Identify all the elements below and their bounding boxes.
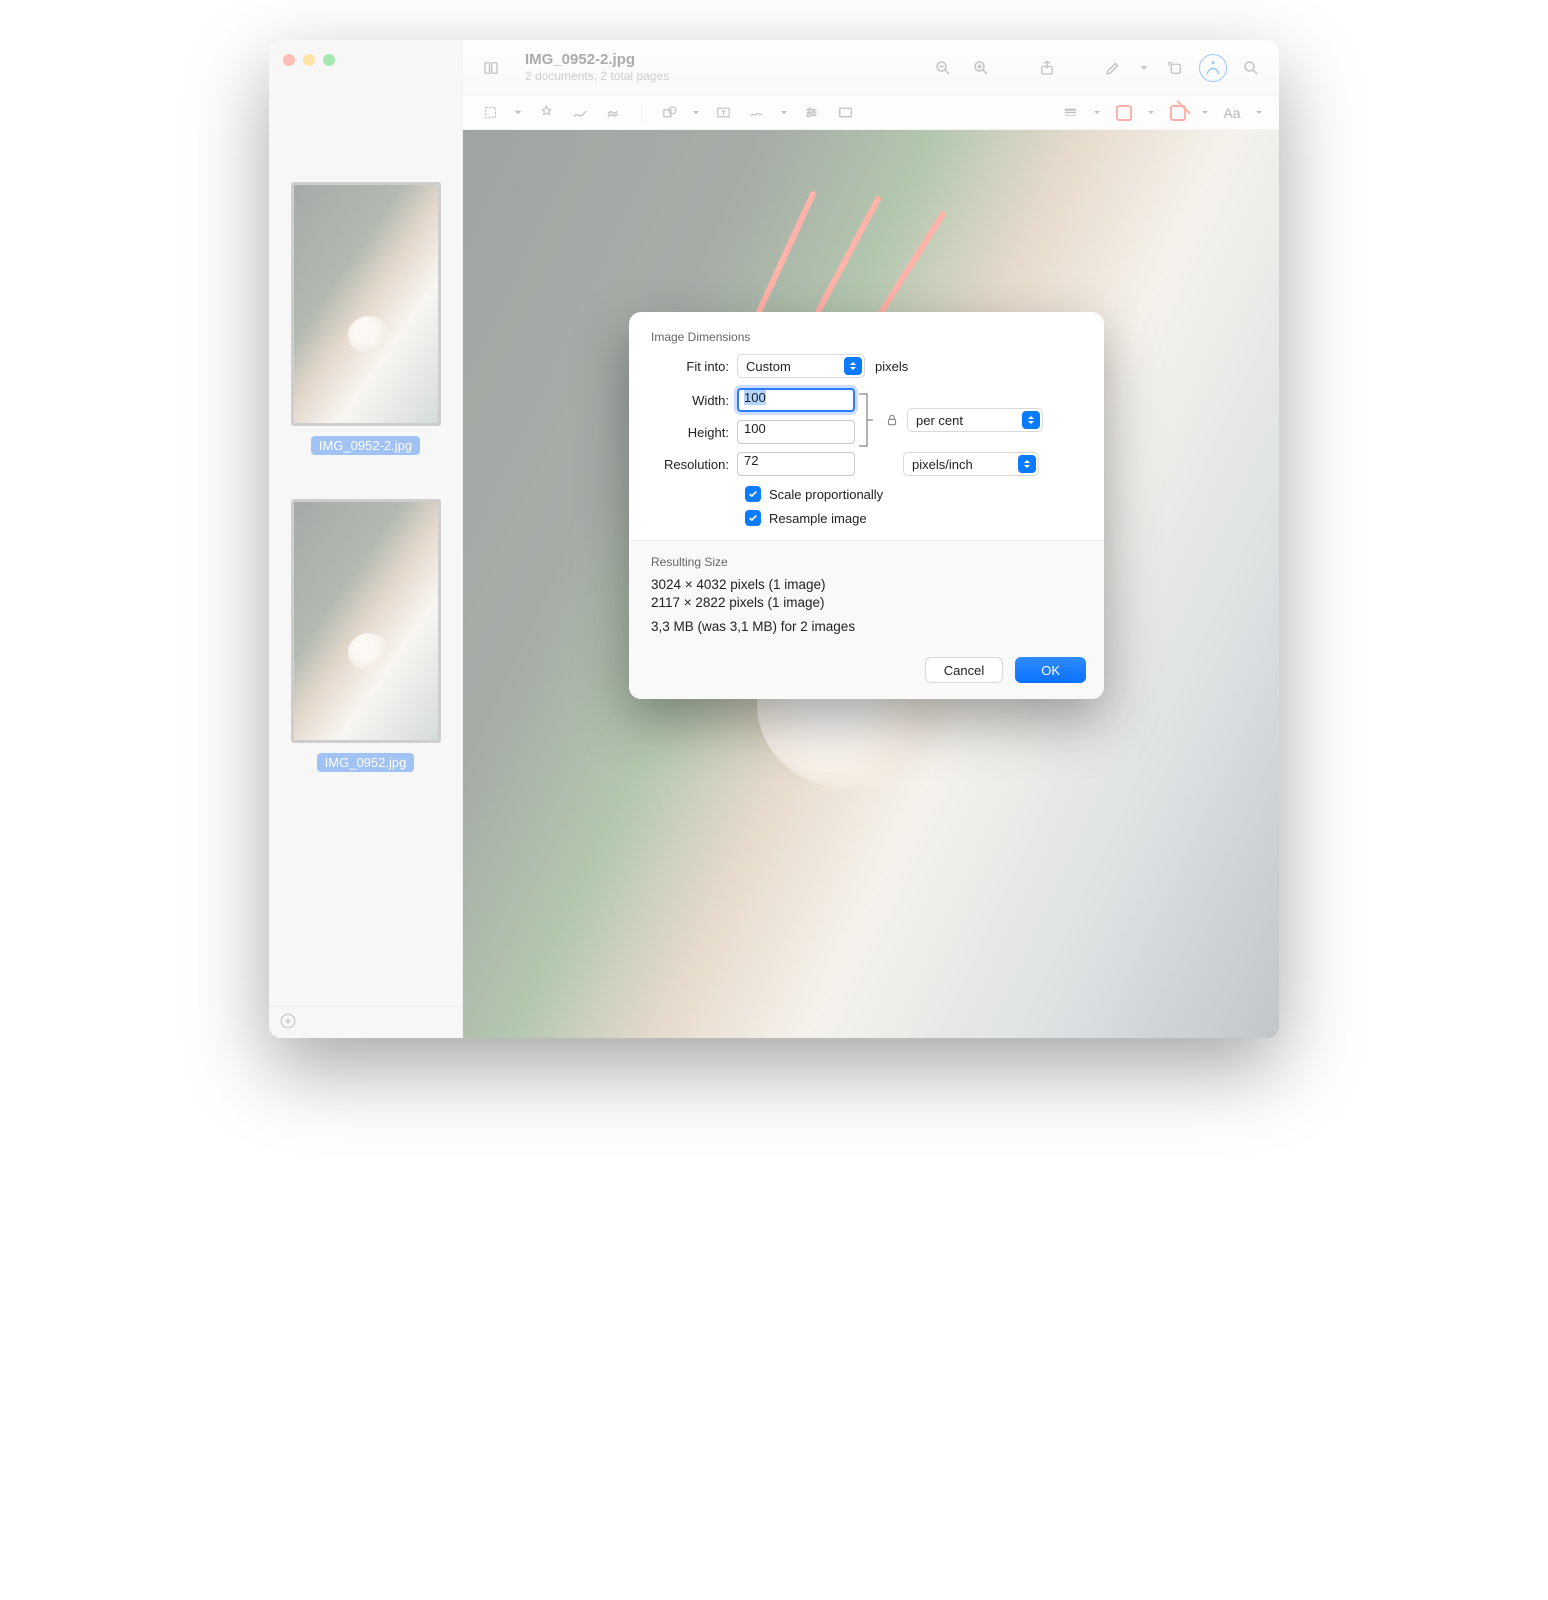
resulting-size-block: Resulting Size 3024 × 4032 pixels (1 ima… — [629, 541, 1104, 643]
result-line: 3,3 MB (was 3,1 MB) for 2 images — [651, 619, 1082, 634]
sidebar: IMG_0952-2.jpg IMG_0952.jpg — [269, 40, 463, 1038]
rotate-button[interactable] — [1161, 54, 1189, 82]
share-button[interactable] — [1033, 54, 1061, 82]
height-input[interactable]: 100 — [737, 420, 855, 444]
link-bracket-icon — [855, 388, 879, 452]
thumbnail-label: IMG_0952.jpg — [317, 753, 415, 772]
zoom-window-button[interactable] — [323, 54, 335, 66]
width-height-units-select[interactable]: per cent — [907, 408, 1043, 432]
toolbar: IMG_0952-2.jpg 2 documents, 2 total page… — [463, 40, 1279, 96]
fit-into-value: Custom — [746, 359, 791, 374]
close-window-button[interactable] — [283, 54, 295, 66]
dropdown-icon — [1022, 411, 1040, 429]
shapes-menu[interactable] — [690, 100, 702, 126]
cancel-button[interactable]: Cancel — [925, 657, 1003, 683]
document-subtitle: 2 documents, 2 total pages — [525, 69, 669, 83]
sign-menu[interactable] — [778, 100, 790, 126]
adjust-size-dialog: Image Dimensions Fit into: Custom pixels… — [629, 312, 1104, 699]
resulting-size-title: Resulting Size — [651, 555, 1082, 569]
text-button[interactable] — [710, 100, 736, 126]
text-style-menu[interactable] — [1253, 100, 1265, 126]
adjust-size-button[interactable] — [832, 100, 858, 126]
title-block: IMG_0952-2.jpg 2 documents, 2 total page… — [525, 52, 669, 83]
fill-color-button[interactable] — [1165, 100, 1191, 126]
resample-image-checkbox[interactable] — [745, 510, 761, 526]
adjust-color-button[interactable] — [798, 100, 824, 126]
thumbnail-image — [291, 182, 441, 426]
highlight-menu-button[interactable] — [1137, 54, 1151, 82]
resample-image-label: Resample image — [769, 511, 867, 526]
fit-into-select[interactable]: Custom — [737, 354, 865, 378]
lock-aspect-button[interactable] — [885, 413, 899, 427]
result-line: 3024 × 4032 pixels (1 image) — [651, 577, 1082, 592]
search-button[interactable] — [1237, 54, 1265, 82]
add-page-button[interactable] — [279, 1012, 297, 1030]
thumbnails-list: IMG_0952-2.jpg IMG_0952.jpg — [269, 86, 462, 1005]
text-style-button[interactable]: Aa — [1219, 100, 1245, 126]
selection-tool-button[interactable] — [477, 100, 503, 126]
dialog-section-title: Image Dimensions — [651, 330, 1082, 344]
border-color-menu[interactable] — [1145, 100, 1157, 126]
highlight-button[interactable] — [1099, 54, 1127, 82]
view-mode-button[interactable] — [477, 54, 505, 82]
scale-proportionally-label: Scale proportionally — [769, 487, 883, 502]
width-input[interactable]: 100 — [737, 388, 855, 412]
zoom-out-button[interactable] — [929, 54, 957, 82]
thumbnail-label: IMG_0952-2.jpg — [311, 436, 420, 455]
ok-button[interactable]: OK — [1015, 657, 1086, 683]
shape-style-menu[interactable] — [1091, 100, 1103, 126]
resolution-units-select[interactable]: pixels/inch — [903, 452, 1039, 476]
fit-into-units: pixels — [875, 359, 908, 374]
sign-button[interactable] — [744, 100, 770, 126]
sketch-button[interactable] — [567, 100, 593, 126]
shapes-button[interactable] — [656, 100, 682, 126]
markup-toggle-button[interactable] — [1199, 54, 1227, 82]
width-label: Width: — [651, 393, 737, 408]
result-line: 2117 × 2822 pixels (1 image) — [651, 595, 1082, 610]
fill-color-menu[interactable] — [1199, 100, 1211, 126]
draw-button[interactable] — [601, 100, 627, 126]
resolution-input[interactable]: 72 — [737, 452, 855, 476]
thumbnail-item[interactable]: IMG_0952-2.jpg — [291, 182, 441, 455]
resolution-units-value: pixels/inch — [912, 457, 973, 472]
border-color-button[interactable] — [1111, 100, 1137, 126]
resolution-label: Resolution: — [651, 457, 737, 472]
wh-units-value: per cent — [916, 413, 963, 428]
thumbnail-image — [291, 499, 441, 743]
instant-alpha-button[interactable] — [533, 100, 559, 126]
height-label: Height: — [651, 425, 737, 440]
window-controls — [269, 40, 462, 86]
document-title: IMG_0952-2.jpg — [525, 52, 669, 69]
thumbnail-item[interactable]: IMG_0952.jpg — [291, 499, 441, 772]
fit-into-label: Fit into: — [651, 359, 737, 374]
zoom-in-button[interactable] — [967, 54, 995, 82]
scale-proportionally-checkbox[interactable] — [745, 486, 761, 502]
preview-window: IMG_0952-2.jpg IMG_0952.jpg IMG_0952-2.j… — [269, 40, 1279, 1038]
dropdown-icon — [844, 357, 862, 375]
selection-menu[interactable] — [511, 100, 525, 126]
markup-toolbar: Aa — [463, 96, 1279, 130]
shape-style-button[interactable] — [1057, 100, 1083, 126]
minimize-window-button[interactable] — [303, 54, 315, 66]
dropdown-icon — [1018, 455, 1036, 473]
